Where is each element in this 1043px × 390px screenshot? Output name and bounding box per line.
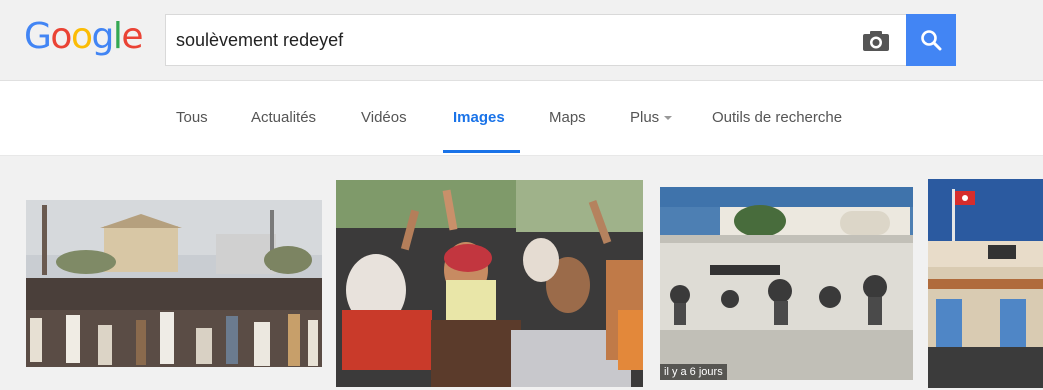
- search-input[interactable]: [176, 15, 826, 65]
- caret-down-icon: [664, 116, 673, 121]
- station-image: [928, 179, 1043, 388]
- search-tabs: Tous Actualités Vidéos Images Maps Plus …: [0, 81, 1043, 156]
- search-box: [165, 14, 956, 66]
- tab-outils[interactable]: Outils de recherche: [712, 109, 842, 126]
- image-result[interactable]: [26, 200, 322, 367]
- tab-videos[interactable]: Vidéos: [361, 109, 407, 126]
- search-icon: [921, 30, 942, 51]
- logo-letter: g: [91, 16, 114, 57]
- tab-maps[interactable]: Maps: [549, 109, 586, 126]
- crowd-image: [26, 200, 322, 367]
- logo-letter: o: [50, 16, 72, 57]
- logo-letter: o: [70, 16, 93, 57]
- tab-plus[interactable]: Plus: [630, 109, 673, 126]
- logo-letter: G: [24, 16, 52, 57]
- image-age-label: il y a 6 jours: [660, 364, 727, 380]
- protest-image: [336, 180, 643, 387]
- logo-letter: e: [121, 16, 143, 57]
- tab-images[interactable]: Images: [453, 109, 505, 126]
- top-bar: Google: [0, 0, 1043, 81]
- image-result[interactable]: il y a 6 jours: [660, 187, 913, 380]
- tab-actualites[interactable]: Actualités: [251, 109, 316, 126]
- image-result[interactable]: [928, 179, 1043, 388]
- image-result[interactable]: [336, 180, 643, 387]
- mural-image: [660, 187, 913, 380]
- active-tab-indicator: [443, 150, 520, 153]
- camera-icon[interactable]: [861, 29, 891, 53]
- google-logo[interactable]: Google: [24, 12, 143, 62]
- tab-plus-label: Plus: [630, 109, 660, 126]
- image-results: il y a 6 jours: [0, 156, 1043, 390]
- tab-tous[interactable]: Tous: [176, 109, 208, 126]
- search-button[interactable]: [906, 14, 956, 66]
